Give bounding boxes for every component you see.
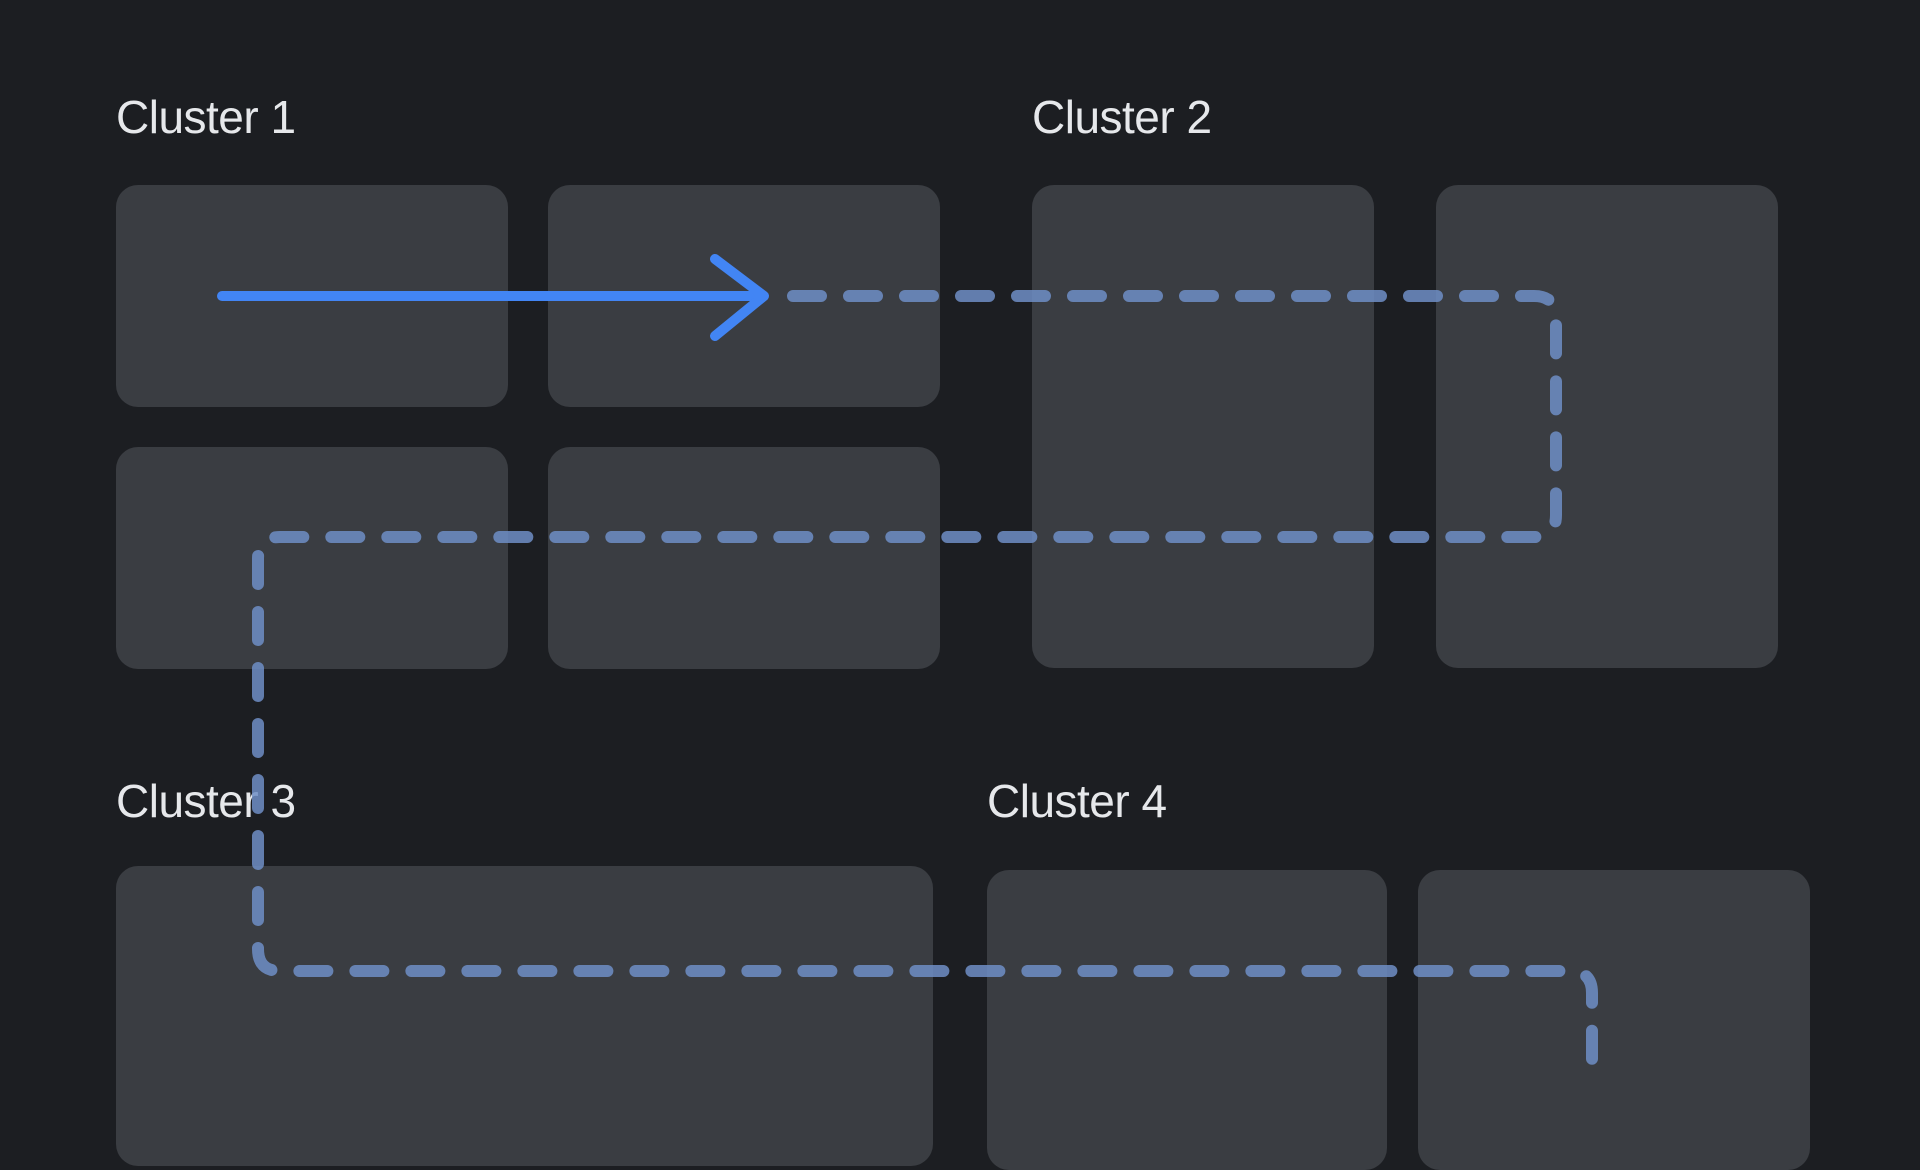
cluster-3-node-a bbox=[116, 866, 933, 1166]
cluster-4-node-b bbox=[1418, 870, 1810, 1170]
cluster-3-label: Cluster 3 bbox=[116, 774, 296, 828]
cluster-4-node-a bbox=[987, 870, 1387, 1170]
cluster-2-node-b bbox=[1436, 185, 1778, 668]
diagram-canvas: Cluster 1 Cluster 2 Cluster 3 Cluster 4 bbox=[0, 0, 1920, 1080]
cluster-1-label: Cluster 1 bbox=[116, 90, 296, 144]
cluster-1-node-b bbox=[548, 185, 940, 407]
cluster-1-node-c bbox=[116, 447, 508, 669]
cluster-2-node-a bbox=[1032, 185, 1374, 668]
cluster-1-node-d bbox=[548, 447, 940, 669]
cluster-4-label: Cluster 4 bbox=[987, 774, 1167, 828]
cluster-2-label: Cluster 2 bbox=[1032, 90, 1212, 144]
cluster-1-node-a bbox=[116, 185, 508, 407]
